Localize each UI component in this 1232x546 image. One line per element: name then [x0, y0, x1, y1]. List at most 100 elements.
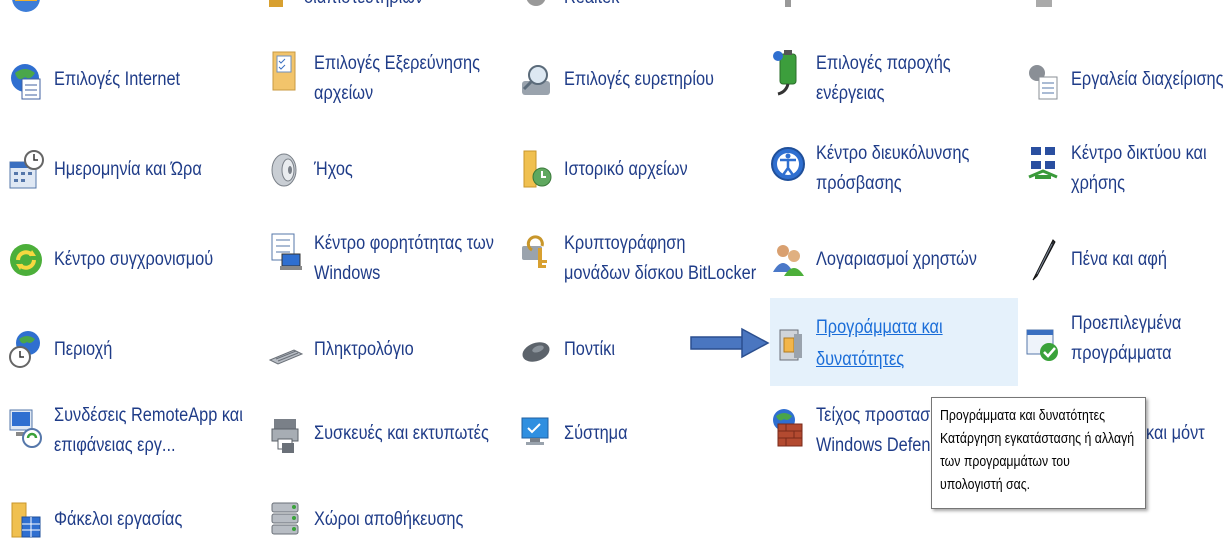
item-label-line1: Επιλογές παροχής: [816, 53, 951, 74]
item-label: Πληκτρολόγιο: [314, 339, 414, 360]
item-label: Σύστημα: [564, 423, 628, 444]
item-file-history[interactable]: Ιστορικό αρχείων: [518, 148, 758, 208]
item-label-line2: δυνατότητες: [816, 349, 905, 370]
item-label: Ημερομηνία και Ώρα: [54, 159, 202, 180]
item-label: και μόντ: [1146, 423, 1205, 444]
work-folders-icon: [8, 500, 44, 540]
partial-icon: [1025, 0, 1061, 16]
item-label: Επιλογές Internet: [54, 69, 181, 90]
item-label-line2: ενέργειας: [816, 83, 885, 104]
network-sharing-icon: [1025, 144, 1061, 184]
item-label-line1: Τείχος προστασ: [816, 405, 931, 426]
item-date-time[interactable]: Ημερομηνία και Ώρα: [8, 148, 248, 208]
item-sound[interactable]: Ήχος: [268, 148, 508, 208]
control-panel-item[interactable]: [8, 0, 48, 16]
item-label-line1: Κέντρο δικτύου και: [1071, 143, 1207, 164]
programs-features-icon: [774, 324, 810, 364]
item-label: Ήχος: [314, 159, 353, 180]
item-label-line2: πρόσβασης: [816, 173, 902, 194]
control-panel-icon: [8, 0, 44, 18]
default-programs-icon: [1025, 324, 1061, 364]
realtek-label: Realtek: [564, 0, 619, 12]
item-label-line1: Επιλογές Εξερεύνησης: [314, 53, 481, 74]
item-label-line2: αρχείων: [314, 83, 374, 104]
tooltip: Προγράμματα και δυνατότητες Κατάργηση εγ…: [931, 397, 1146, 509]
file-explorer-options-icon: [268, 51, 304, 92]
item-label-line2: επιφάνειας εργ...: [54, 435, 176, 456]
user-accounts-icon: [770, 240, 806, 280]
region-icon: [8, 330, 44, 370]
item-label: Περιοχή: [54, 339, 113, 360]
item-label: Ιστορικό αρχείων: [564, 159, 688, 180]
item-region[interactable]: Περιοχή: [8, 328, 248, 388]
item-firewall[interactable]: Τείχος προστασ Windows Defend: [770, 402, 935, 462]
sound-icon: [268, 150, 304, 190]
credential-manager-item[interactable]: διαπιστευτηρίων: [258, 0, 448, 16]
item-label: Κέντρο συγχρονισμού: [54, 249, 214, 270]
item-label-line2: προγράμματα: [1071, 343, 1172, 364]
sync-center-icon: [8, 240, 44, 280]
item-label-line1: Κέντρο διευκόλυνσης: [816, 143, 970, 164]
internet-options-icon: [8, 61, 44, 101]
item-mobility-center[interactable]: Κέντρο φορητότητας των Windows: [268, 230, 508, 290]
mouse-icon: [518, 330, 554, 370]
item-devices-printers[interactable]: Συσκευές και εκτυπωτές: [268, 412, 508, 472]
item-ease-of-access[interactable]: Κέντρο διευκόλυνσης πρόσβασης: [770, 140, 1010, 200]
item-keyboard[interactable]: Πληκτρολόγιο: [268, 328, 508, 388]
indexing-options-icon: [518, 61, 554, 101]
item-label: Εργαλεία διαχείρισης: [1071, 69, 1224, 90]
tooltip-line: των προγραμμάτων του: [940, 453, 1070, 470]
file-history-icon: [518, 150, 554, 190]
item-label: Επιλογές ευρετηρίου: [564, 69, 714, 90]
remoteapp-icon: [8, 408, 44, 448]
item-bitlocker[interactable]: Κρυπτογράφηση μονάδων δίσκου BitLocker: [518, 230, 763, 290]
item-indexing-options[interactable]: Επιλογές ευρετηρίου: [518, 58, 758, 118]
item-sync-center[interactable]: Κέντρο συγχρονισμού: [8, 238, 248, 298]
tooltip-line: Κατάργηση εγκατάστασης ή αλλαγή: [940, 430, 1135, 447]
bitlocker-icon: [518, 232, 554, 272]
item-pen-touch[interactable]: Πένα και αφή: [1025, 238, 1232, 298]
storage-spaces-icon: [268, 500, 304, 540]
item-remoteapp[interactable]: Συνδέσεις RemoteApp και επιφάνειας εργ..…: [8, 402, 248, 462]
item-internet-options[interactable]: Επιλογές Internet: [8, 58, 248, 118]
realtek-item[interactable]: Realtek: [518, 0, 668, 16]
item-label-line2: χρήσης: [1071, 173, 1126, 194]
item-label-line2: Windows: [314, 263, 381, 284]
item-programs-features[interactable]: Προγράμματα και δυνατότητες: [770, 298, 1018, 386]
ease-of-access-icon: [770, 144, 806, 184]
item-default-programs[interactable]: Προεπιλεγμένα προγράμματα: [1025, 313, 1232, 378]
item-label: Πένα και αφή: [1071, 249, 1167, 270]
system-icon: [518, 414, 554, 454]
item-storage-spaces[interactable]: Χώροι αποθήκευσης: [268, 498, 508, 546]
tooltip-line: υπολογιστή σας.: [940, 476, 1031, 493]
mobility-center-icon: [268, 232, 304, 272]
realtek-audio-icon: [518, 0, 554, 16]
arrow-annotation: [690, 327, 770, 359]
item-administrative-tools[interactable]: Εργαλεία διαχείρισης: [1025, 58, 1232, 118]
item-label-line1: Κρυπτογράφηση: [564, 233, 686, 254]
date-time-icon: [8, 150, 44, 190]
pen-touch-icon: [1025, 239, 1061, 281]
item-label-line2: μονάδων δίσκου BitLocker: [564, 263, 757, 284]
partial-icon: [770, 0, 806, 16]
item-user-accounts[interactable]: Λογαριασμοί χρηστών: [770, 238, 1010, 298]
item-label: Λογαριασμοί χρηστών: [816, 249, 977, 270]
item-work-folders[interactable]: Φάκελοι εργασίας: [8, 498, 248, 546]
item-label: Συσκευές και εκτυπωτές: [314, 423, 489, 444]
devices-printers-icon: [268, 414, 304, 454]
item-label-line2: Windows Defend: [816, 435, 935, 456]
keyboard-icon: [268, 330, 304, 370]
item-file-explorer-options[interactable]: Επιλογές Εξερεύνησης αρχείων: [268, 50, 508, 110]
item-network-sharing[interactable]: Κέντρο δικτύου και χρήσης: [1025, 140, 1232, 200]
top-item-4[interactable]: [770, 0, 810, 16]
power-options-icon: [770, 50, 806, 96]
item-label-line1: Κέντρο φορητότητας των: [314, 233, 494, 254]
top-item-5[interactable]: [1025, 0, 1065, 16]
item-label-line1: Προγράμματα και: [816, 317, 943, 338]
administrative-tools-icon: [1025, 61, 1061, 101]
item-label-line1: Συνδέσεις RemoteApp και: [54, 405, 243, 426]
item-power-options[interactable]: Επιλογές παροχής ενέργειας: [770, 50, 1010, 110]
tooltip-title: Προγράμματα και δυνατότητες: [940, 407, 1106, 424]
item-label: Χώροι αποθήκευσης: [314, 509, 464, 530]
item-system[interactable]: Σύστημα: [518, 412, 758, 472]
